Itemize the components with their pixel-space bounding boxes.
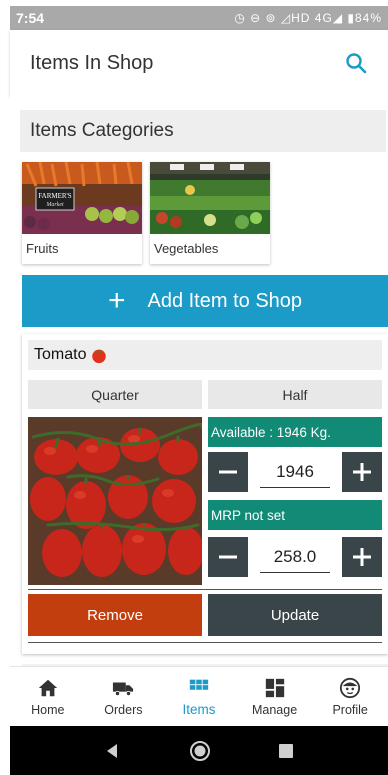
add-item-button[interactable]: + Add Item to Shop <box>22 275 388 327</box>
status-time: 7:54 <box>16 10 45 26</box>
add-item-label: Add Item to Shop <box>147 289 303 312</box>
tomato-icon <box>92 349 107 364</box>
minus-icon <box>219 470 237 474</box>
nav-label: Home <box>31 702 65 717</box>
face-icon <box>340 677 361 698</box>
bottom-nav: Home Orders Items Manage Profile <box>10 666 388 726</box>
category-card-fruits[interactable]: FARMER'S Market Fruits <box>22 162 142 264</box>
plus-icon: + <box>107 284 126 317</box>
farmers-market-photo: FARMER'S Market <box>22 162 142 234</box>
app-bar: Items In Shop <box>10 30 388 96</box>
price-stepper <box>208 537 382 577</box>
quantity-stepper <box>208 452 382 492</box>
item-image <box>28 417 202 585</box>
vegetable-aisle-photo <box>150 162 270 234</box>
dashboard-icon <box>265 678 284 697</box>
main-content[interactable]: Items Categories FARMER'S Market Fruits <box>10 96 388 666</box>
tomato-photo <box>28 417 202 585</box>
home-button-icon[interactable] <box>188 739 212 763</box>
status-bar: 7:54 ◷ ⊖ ⊚ ◿HD 4G◢ ▮84% <box>10 6 388 30</box>
quantity-minus-button[interactable] <box>208 452 248 492</box>
category-label-vegetables: Vegetables <box>154 241 219 256</box>
update-button[interactable]: Update <box>208 594 382 636</box>
quantity-input[interactable] <box>260 456 330 488</box>
nav-label: Items <box>182 702 216 717</box>
item-title: Tomato <box>34 346 87 363</box>
remove-button[interactable]: Remove <box>28 594 202 636</box>
tab-quarter[interactable]: Quarter <box>28 380 202 409</box>
mrp-bar: MRP not set <box>208 500 382 530</box>
search-icon[interactable] <box>344 51 368 75</box>
nav-label: Profile <box>332 702 368 717</box>
back-icon[interactable] <box>103 741 123 761</box>
system-nav-bar <box>10 726 388 775</box>
nav-item-manage[interactable]: Manage <box>237 667 313 726</box>
category-card-vegetables[interactable]: Vegetables <box>150 162 270 264</box>
divider <box>28 642 382 643</box>
price-minus-button[interactable] <box>208 537 248 577</box>
price-plus-button[interactable] <box>342 537 382 577</box>
status-icons: ◷ ⊖ ⊚ ◿HD 4G◢ ▮84% <box>234 11 382 25</box>
svg-text:Market: Market <box>45 202 64 208</box>
plus-icon <box>353 463 371 481</box>
category-label-fruits: Fruits <box>26 241 59 256</box>
item-title-bar: Tomato <box>28 340 382 370</box>
grid-icon <box>189 679 209 690</box>
nav-item-home[interactable]: Home <box>10 667 86 726</box>
nav-item-profile[interactable]: Profile <box>312 667 388 726</box>
available-bar: Available : 1946 Kg. <box>208 417 382 447</box>
minus-icon <box>219 555 237 559</box>
nav-item-items[interactable]: Items <box>161 667 237 726</box>
item-card: Tomato Quarter Half Available: 1946 Kg.… <box>22 334 388 654</box>
recents-icon[interactable] <box>277 742 295 760</box>
truck-icon <box>113 682 134 696</box>
categories-header: Items Categories <box>20 110 386 152</box>
tab-half[interactable]: Half <box>208 380 382 409</box>
page-title: Items In Shop <box>30 51 154 74</box>
divider <box>28 589 382 590</box>
home-icon <box>38 679 57 696</box>
svg-text:FARMER'S: FARMER'S <box>38 192 72 200</box>
quantity-plus-button[interactable] <box>342 452 382 492</box>
plus-icon <box>353 548 371 566</box>
price-input[interactable] <box>260 541 330 573</box>
nav-item-orders[interactable]: Orders <box>86 667 162 726</box>
nav-label: Orders <box>104 702 143 717</box>
nav-label: Manage <box>251 702 298 717</box>
